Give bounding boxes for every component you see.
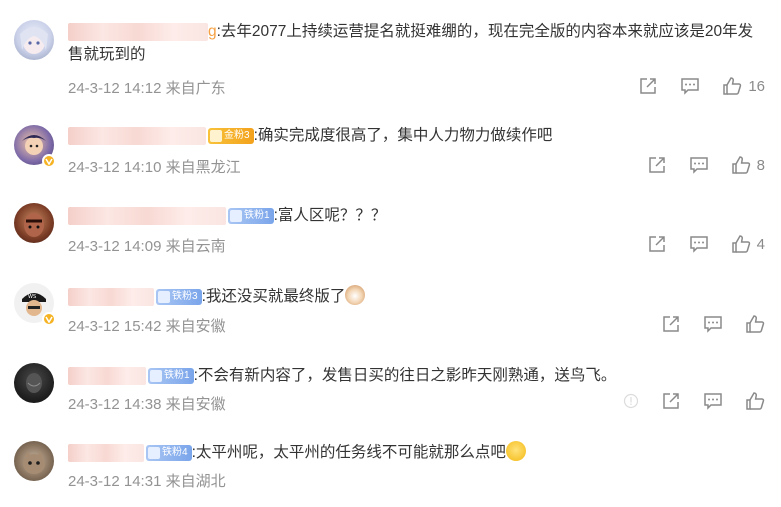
comment-button[interactable] [689,234,709,254]
username-blurred[interactable] [68,443,144,462]
comment-item: 铁粉1:不会有新内容了，发售日买的往日之影昨天刚熟通，送鸟飞。 24-3-12 … [0,345,781,425]
comment-item: 铁粉4:太平州呢，太平州的任务线不可能就那么点吧 24-3-12 14:31 来… [0,425,781,507]
comment-button[interactable] [703,391,723,411]
timestamp: 24-3-12 14:09 [68,238,162,255]
comment-meta: 24-3-12 14:09 来自云南 [68,235,226,256]
verified-badge-icon [42,154,56,168]
comment-item: g:去年2077上持续运营提名就挺难绷的，现在完全版的内容本来就应该是20年发售… [0,0,781,105]
share-icon [661,314,681,334]
verified-badge-icon [42,312,56,326]
like-button[interactable] [745,314,765,334]
share-icon [647,234,667,254]
fan-badge: 铁粉1 [228,207,274,224]
share-icon [638,76,658,96]
timestamp: 24-3-12 15:42 [68,318,162,335]
comment-meta: 24-3-12 14:10 来自黑龙江 [68,156,241,177]
share-icon [661,391,681,411]
username-blurred[interactable] [68,22,208,41]
location: 来自广东 [165,80,226,97]
comment-text: 铁粉3:我还没买就最终版了 [68,285,366,308]
location: 来自安徽 [165,318,226,335]
avatar[interactable] [14,203,54,243]
fan-badge: 铁粉4 [146,444,192,461]
info-button[interactable] [623,393,639,409]
like-icon [731,234,751,254]
location: 来自湖北 [165,473,226,490]
fan-badge: 金粉3 [208,127,254,144]
like-button[interactable]: 4 [731,234,765,254]
comment-body: :确实完成度很高了，集中人力物力做续作吧 [253,127,553,144]
comment-item: 铁粉1:富人区呢？？？ 24-3-12 14:09 来自云南 4 [0,185,781,265]
comment-meta: 24-3-12 15:42 来自安徽 [68,315,226,336]
like-icon [745,314,765,334]
timestamp: 24-3-12 14:10 [68,159,162,176]
comment-body: :富人区呢？？？ [273,207,387,224]
action-bar [623,391,765,411]
timestamp: 24-3-12 14:12 [68,80,162,97]
avatar[interactable] [14,20,54,60]
comment-body: :不会有新内容了，发售日买的往日之影昨天刚熟通，送鸟飞。 [193,367,617,384]
like-count: 8 [756,156,765,174]
like-count: 4 [756,235,765,253]
comment-button[interactable] [680,76,700,96]
comment-meta: 24-3-12 14:38 来自安徽 [68,393,226,414]
comment-text: 铁粉1:富人区呢？？？ [68,205,386,227]
comment-icon [703,391,723,411]
comment-item: 金粉3:确实完成度很高了，集中人力物力做续作吧 24-3-12 14:10 来自… [0,105,781,185]
timestamp: 24-3-12 14:38 [68,396,162,413]
comment-text: g:去年2077上持续运营提名就挺难绷的，现在完全版的内容本来就应该是20年发售… [68,20,768,66]
comment-icon [680,76,700,96]
like-button[interactable]: 16 [722,76,765,96]
like-icon [722,76,742,96]
avatar[interactable] [14,441,54,481]
comment-icon [689,155,709,175]
share-button[interactable] [661,314,681,334]
like-icon [745,391,765,411]
action-bar: 16 [616,76,765,96]
comment-text: 铁粉1:不会有新内容了，发售日买的往日之影昨天刚熟通，送鸟飞。 [68,365,616,387]
svg-text:WS: WS [28,294,36,300]
comment-text: 金粉3:确实完成度很高了，集中人力物力做续作吧 [68,125,552,147]
share-icon [647,155,667,175]
username-tail[interactable]: g [208,23,217,40]
username-blurred[interactable] [68,287,154,306]
timestamp: 24-3-12 14:31 [68,473,162,490]
location: 来自黑龙江 [165,159,241,176]
comment-body: :我还没买就最终版了 [201,288,346,305]
comment-icon [703,314,723,334]
location: 来自云南 [165,238,226,255]
fan-badge: 铁粉1 [148,367,194,384]
action-bar: 8 [625,155,765,175]
fan-badge: 铁粉3 [156,288,202,305]
like-icon [731,155,751,175]
cat-emoji [345,285,366,305]
comment-button[interactable] [689,155,709,175]
like-button[interactable]: 8 [731,155,765,175]
crying-emoji [505,441,526,461]
avatar[interactable] [14,363,54,403]
like-count: 16 [748,77,765,95]
location: 来自安徽 [165,396,226,413]
share-button[interactable] [647,234,667,254]
share-button[interactable] [638,76,658,96]
username-blurred[interactable] [68,206,226,225]
username-blurred[interactable] [68,366,146,385]
comment-icon [689,234,709,254]
comment-button[interactable] [703,314,723,334]
like-button[interactable] [745,391,765,411]
comment-meta: 24-3-12 14:31 来自湖北 [68,470,226,491]
comment-item: WS 铁粉3:我还没买就最终版了 24-3-12 15:42 来自安徽 [0,265,781,345]
action-bar: 4 [625,234,765,254]
comment-text: 铁粉4:太平州呢，太平州的任务线不可能就那么点吧 [68,441,526,464]
action-bar [639,314,765,334]
username-blurred[interactable] [68,126,206,145]
comment-meta: 24-3-12 14:12 来自广东 [68,77,226,98]
share-button[interactable] [661,391,681,411]
share-button[interactable] [647,155,667,175]
info-icon [623,393,639,409]
comment-body: :太平州呢，太平州的任务线不可能就那么点吧 [191,444,506,461]
